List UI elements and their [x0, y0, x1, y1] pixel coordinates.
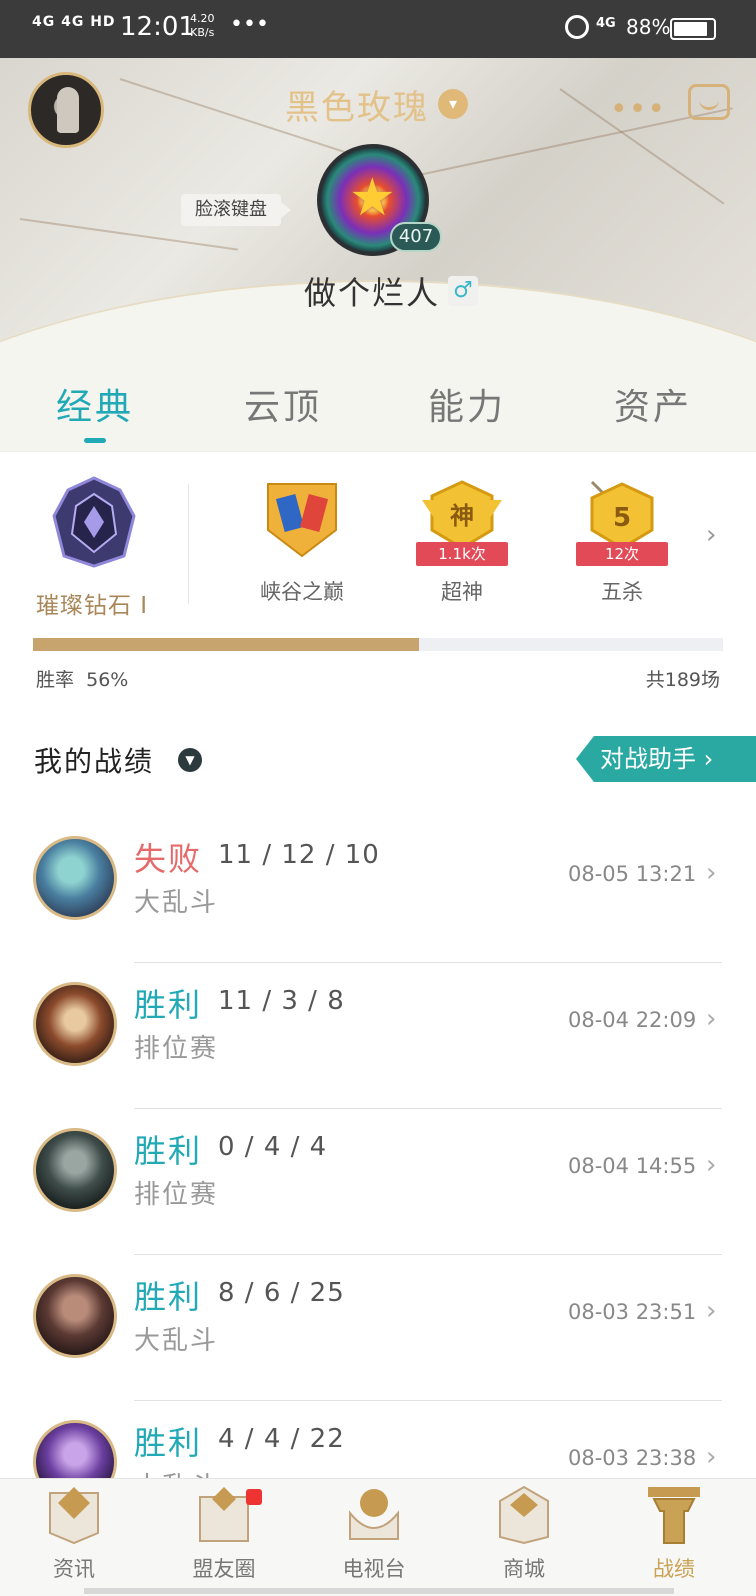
- status-bar: 4G 4G HD 12:01 4.20 KB/s ••• 4G 88%: [0, 0, 756, 58]
- store-icon: [499, 1485, 549, 1545]
- nickname: 做个烂人: [304, 274, 441, 312]
- match-kda: 4 / 4 / 22: [218, 1424, 345, 1454]
- match-result: 胜利: [134, 1278, 203, 1316]
- tab-ability[interactable]: 能力: [428, 378, 506, 430]
- nav-news[interactable]: 资讯: [24, 1483, 124, 1583]
- profile-header: 黑色玫瑰 ▾ ••• 脸滚键盘 ★ 407 做个烂人 ♂: [0, 58, 756, 368]
- divider: [188, 484, 189, 604]
- honor-count: 12次: [576, 542, 668, 566]
- chevron-right-icon: ›: [706, 1442, 717, 1472]
- match-kda: 11 / 3 / 8: [218, 986, 345, 1016]
- honors-section: 璀璨钻石 I 峡谷之巅 神 1.1k次 超神 5 12次 五杀 ›: [0, 452, 756, 632]
- bottom-navigation: 资讯 盟友圈 电视台 商城 战绩: [0, 1478, 756, 1596]
- tab-tft[interactable]: 云顶: [244, 378, 322, 430]
- match-time: 08-03 23:51: [568, 1300, 697, 1324]
- chevron-right-icon: ›: [706, 1150, 717, 1180]
- match-mode: 排位赛: [134, 1180, 219, 1210]
- svg-text:5: 5: [613, 503, 631, 533]
- news-icon: [49, 1487, 99, 1545]
- more-status-icon: •••: [230, 12, 269, 37]
- notification-dot: [246, 1489, 262, 1505]
- match-mode: 排位赛: [134, 1034, 219, 1064]
- hero-avatar: [33, 1128, 117, 1212]
- status-time: 12:01: [120, 12, 195, 42]
- nav-tv[interactable]: 电视台: [324, 1483, 424, 1583]
- alarm-icon: [565, 15, 589, 39]
- tv-icon: [349, 1489, 399, 1540]
- match-kda: 8 / 6 / 25: [218, 1278, 345, 1308]
- chevron-down-icon[interactable]: ▼: [178, 748, 202, 772]
- winrate: 胜率 56%: [36, 669, 129, 691]
- match-row[interactable]: 胜利 8 / 6 / 25 大乱斗 08-03 23:51 ›: [0, 1256, 756, 1402]
- match-time: 08-05 13:21: [568, 862, 697, 886]
- battle-assistant-button[interactable]: 对战助手 ›: [576, 736, 756, 782]
- chevron-right-icon: ›: [703, 745, 714, 773]
- match-result: 胜利: [134, 986, 203, 1024]
- tab-classic[interactable]: 经典: [56, 378, 134, 430]
- svg-text:神: 神: [450, 502, 474, 530]
- battery-icon: [670, 18, 716, 40]
- friends-icon: [199, 1487, 249, 1542]
- player-tag: 脸滚键盘: [181, 194, 291, 226]
- match-time: 08-04 22:09: [568, 1008, 697, 1032]
- tab-assets[interactable]: 资产: [614, 378, 692, 430]
- home-indicator: [84, 1588, 674, 1594]
- match-time: 08-04 14:55: [568, 1154, 697, 1178]
- male-icon: ♂: [448, 276, 478, 306]
- match-row[interactable]: 胜利 0 / 4 / 4 排位赛 08-04 14:55 ›: [0, 1110, 756, 1256]
- more-icon[interactable]: •••: [610, 92, 666, 127]
- hero-avatar: [33, 982, 117, 1066]
- chevron-right-icon: ›: [706, 1004, 717, 1034]
- match-mode: 大乱斗: [134, 888, 219, 918]
- records-icon: [648, 1487, 700, 1544]
- match-mode: 大乱斗: [134, 1326, 219, 1356]
- honor-pentakill[interactable]: 5 12次 五杀: [562, 478, 682, 606]
- hero-avatar: [33, 836, 117, 920]
- network-indicator-2: 4G: [596, 16, 616, 31]
- nav-store[interactable]: 商城: [474, 1483, 574, 1583]
- chevron-down-icon[interactable]: ▾: [438, 89, 468, 119]
- total-games: 共189场: [645, 669, 720, 691]
- records-title[interactable]: 我的战绩: [34, 740, 154, 780]
- match-result: 失败: [134, 840, 203, 878]
- honor-godlike[interactable]: 神 1.1k次 超神: [402, 478, 522, 606]
- network-indicator: 4G 4G HD: [32, 14, 116, 30]
- honor-count: 1.1k次: [416, 542, 508, 566]
- user-avatar[interactable]: [28, 72, 104, 148]
- match-row[interactable]: 失败 11 / 12 / 10 大乱斗 08-05 13:21 ›: [0, 818, 756, 964]
- tab-indicator: [84, 438, 106, 443]
- match-result: 胜利: [134, 1132, 203, 1170]
- chevron-right-icon: ›: [706, 1296, 717, 1326]
- match-row[interactable]: 胜利 11 / 3 / 8 排位赛 08-04 22:09 ›: [0, 964, 756, 1110]
- page-title[interactable]: 黑色玫瑰: [285, 80, 429, 129]
- winrate-bar: [33, 638, 723, 651]
- tab-bar: 经典 云顶 能力 资产: [0, 368, 756, 452]
- summit-badge-icon: [267, 483, 337, 558]
- honor-summit[interactable]: 峡谷之巅: [242, 478, 362, 606]
- diamond-rank-icon[interactable]: [50, 476, 138, 568]
- hero-avatar: [33, 1274, 117, 1358]
- level-badge: 407: [390, 222, 442, 252]
- chevron-right-icon[interactable]: ›: [706, 520, 716, 550]
- match-result: 胜利: [134, 1424, 203, 1462]
- rank-label: 璀璨钻石 I: [36, 593, 149, 619]
- battery-percent: 88%: [626, 15, 671, 39]
- nav-records[interactable]: 战绩: [624, 1483, 724, 1583]
- network-speed: 4.20 KB/s: [190, 12, 215, 39]
- match-kda: 0 / 4 / 4: [218, 1132, 328, 1162]
- match-kda: 11 / 12 / 10: [218, 840, 380, 870]
- chevron-right-icon: ›: [706, 858, 717, 888]
- chat-icon[interactable]: [688, 84, 730, 120]
- star-icon: ★: [349, 168, 396, 228]
- match-time: 08-03 23:38: [568, 1446, 697, 1470]
